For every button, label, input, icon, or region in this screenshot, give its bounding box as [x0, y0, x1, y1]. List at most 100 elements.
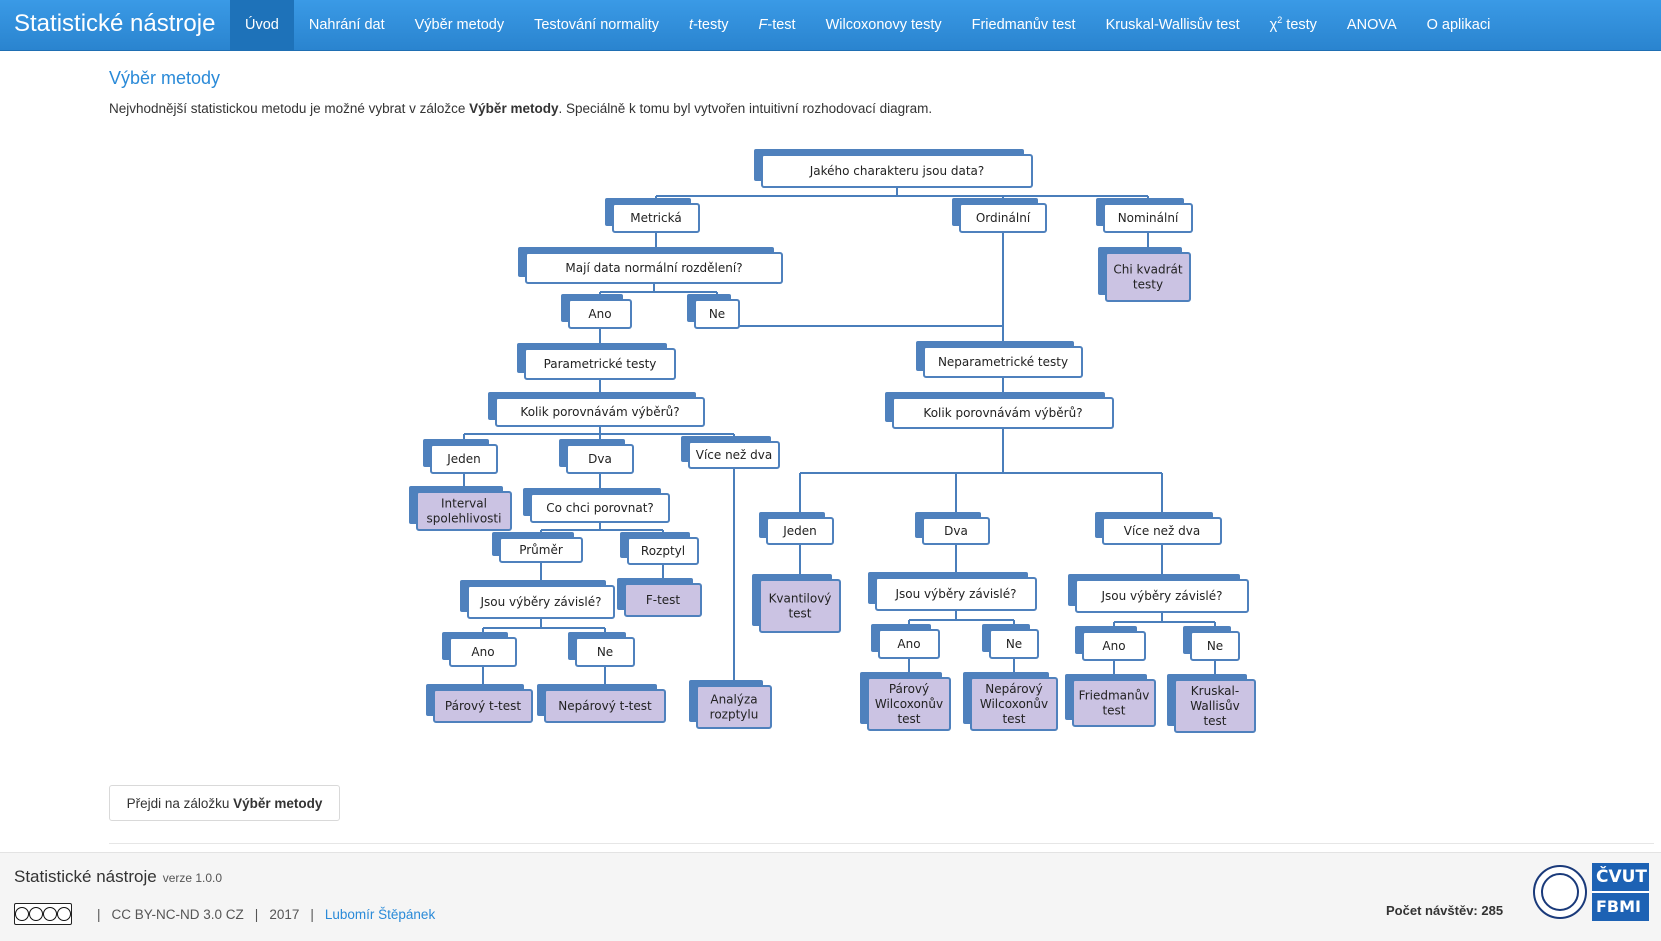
tab-testovani-normality[interactable]: Testování normality	[519, 0, 674, 50]
tab-o-aplikaci[interactable]: O aplikaci	[1412, 0, 1506, 50]
node-label: Nepárový	[985, 682, 1043, 696]
node-label: Kruskal-	[1191, 684, 1239, 698]
diagram-node-yes1: Ano	[561, 294, 632, 329]
diagram-node-nonparam: Neparametrické testy	[916, 341, 1083, 378]
node-label: Kolik porovnávám výběrů?	[923, 406, 1082, 420]
node-label: test	[788, 607, 811, 621]
tab-uvod[interactable]: Úvod	[230, 0, 294, 50]
node-label: Kvantilový	[769, 592, 832, 606]
cc-license-icon[interactable]	[14, 903, 72, 925]
node-label: test	[1002, 712, 1025, 726]
node-label: Jeden	[782, 524, 817, 538]
brand-title[interactable]: Statistické nástroje	[14, 10, 215, 38]
diagram-node-anova: Analýzarozptylu	[689, 680, 772, 729]
diagram-node-var: Rozptyl	[620, 532, 699, 565]
tab-f-test[interactable]: F-test	[744, 0, 811, 50]
node-label: Ano	[897, 637, 920, 651]
diagram-node-root: Jakého charakteru jsou data?	[754, 149, 1033, 188]
diagram-node-compare: Co chci porovnat?	[523, 488, 670, 523]
diagram-node-kw: Kruskal-Wallisůvtest	[1167, 674, 1256, 733]
diagram-node-nominal: Nominální	[1096, 198, 1193, 233]
node-label: Dva	[588, 452, 612, 466]
divider	[109, 843, 1654, 844]
footer-title: Statistické nástroje verze 1.0.0	[14, 867, 223, 886]
node-label: Průměr	[519, 543, 563, 557]
node-label: Ordinální	[976, 211, 1031, 225]
diagram-node-mean: Průměr	[492, 532, 583, 563]
diagram-node-oneN: Jeden	[759, 512, 834, 545]
tab-anova[interactable]: ANOVA	[1332, 0, 1412, 50]
diagram-node-normal: Mají data normální rozdělení?	[518, 247, 783, 284]
footer: Statistické nástroje verze 1.0.0 | CC BY-…	[0, 852, 1661, 941]
node-label: Ne	[1006, 637, 1022, 651]
diagram-node-depP: Jsou výběry závislé?	[460, 580, 615, 619]
goto-vyber-metody-button[interactable]: Přejdi na záložku Výběr metody	[109, 785, 340, 821]
node-label: Kolik porovnávám výběrů?	[520, 405, 679, 419]
diagram-node-no2: Ne	[982, 624, 1039, 659]
diagram-node-moreP: Více než dva	[681, 436, 780, 469]
node-label: test	[1203, 714, 1226, 728]
diagram-node-chi: Chi kvadráttesty	[1098, 247, 1191, 302]
author-link[interactable]: Lubomír Štěpánek	[325, 907, 435, 922]
node-label: Dva	[944, 524, 968, 538]
tab-vyber-metody[interactable]: Výběr metody	[400, 0, 519, 50]
diagram-node-oneP: Jeden	[423, 439, 498, 474]
license-text: CC BY-NC-ND 3.0 CZ	[111, 906, 244, 922]
node-label: Wallisův	[1190, 699, 1239, 713]
node-label: test	[1102, 704, 1125, 718]
university-seal-icon[interactable]	[1533, 865, 1587, 919]
diagram-node-param: Parametrické testy	[517, 343, 676, 380]
node-label: rozptylu	[710, 708, 759, 722]
tab-wilcoxonovy-testy[interactable]: Wilcoxonovy testy	[811, 0, 957, 50]
diagram-node-howmanyN: Kolik porovnávám výběrů?	[885, 392, 1114, 429]
node-label: Jakého charakteru jsou data?	[809, 164, 985, 178]
node-label: Ano	[1102, 639, 1125, 653]
diagram-node-noP: Ne	[568, 632, 635, 667]
intro-text: Nejvhodnější statistickou metodu je možn…	[109, 101, 933, 116]
diagram-node-dep2: Jsou výběry závislé?	[868, 572, 1037, 611]
tab-friedmanuv-test[interactable]: Friedmanův test	[957, 0, 1091, 50]
node-label: Neparametrické testy	[938, 355, 1068, 369]
decision-diagram: Jakého charakteru jsou data? Metrická Ordi…	[409, 149, 1256, 733]
node-label: Parametrické testy	[544, 357, 657, 371]
diagram-node-dep3: Jsou výběry závislé?	[1068, 574, 1249, 613]
node-label: Wilcoxonův	[875, 697, 943, 711]
tab-chi2-testy[interactable]: χ2 testy	[1255, 0, 1332, 50]
footer-version: verze 1.0.0	[162, 871, 223, 885]
diagram-node-ordinal: Ordinální	[952, 198, 1047, 233]
node-label: Více než dva	[696, 448, 773, 462]
diagram-node-twoN: Dva	[915, 512, 990, 545]
diagram-node-yesP: Ano	[442, 632, 517, 667]
node-label: Ne	[597, 645, 613, 659]
node-label: Nepárový t-test	[558, 699, 652, 713]
diagram-node-fried: Friedmanůvtest	[1065, 674, 1156, 727]
node-label: Chi kvadrát	[1113, 263, 1182, 277]
diagram-node-unpaired: Nepárový t-test	[537, 684, 666, 723]
node-label: Jeden	[446, 452, 481, 466]
diagram-node-yes2: Ano	[871, 624, 940, 659]
tab-nahrani-dat[interactable]: Nahrání dat	[294, 0, 400, 50]
year-text: 2017	[269, 906, 300, 922]
footer-meta: | CC BY-NC-ND 3.0 CZ | 2017 | Lubomír Št…	[14, 903, 435, 925]
diagram-node-twoP: Dva	[559, 439, 634, 474]
node-label: Párový t-test	[445, 699, 521, 713]
tab-t-testy[interactable]: t-testy	[674, 0, 743, 50]
node-label: Mají data normální rozdělení?	[565, 261, 742, 275]
tab-kruskal-wallisuv-test[interactable]: Kruskal-Wallisův test	[1091, 0, 1255, 50]
node-label: spolehlivosti	[427, 512, 502, 526]
node-label: Jsou výběry závislé?	[1100, 589, 1222, 603]
node-label: testy	[1133, 278, 1163, 292]
diagram-node-interval: Intervalspolehlivosti	[409, 486, 512, 531]
nav-tabs: Úvod Nahrání dat Výběr metody Testování …	[230, 0, 1505, 50]
node-label: Nominální	[1118, 211, 1179, 225]
node-label: Více než dva	[1124, 524, 1201, 538]
node-label: Jsou výběry závislé?	[479, 595, 601, 609]
diagram-node-yes3: Ano	[1075, 626, 1146, 661]
cvut-fbmi-logo[interactable]: ČVUT FBMI	[1592, 863, 1649, 921]
node-label: Párový	[889, 682, 929, 696]
diagram-node-no1: Ne	[687, 294, 740, 329]
diagram-node-howmanyP: Kolik porovnávám výběrů?	[488, 392, 705, 427]
node-label: Ne	[1207, 639, 1223, 653]
node-label: Jsou výběry závislé?	[894, 587, 1016, 601]
node-label: Rozptyl	[641, 544, 685, 558]
